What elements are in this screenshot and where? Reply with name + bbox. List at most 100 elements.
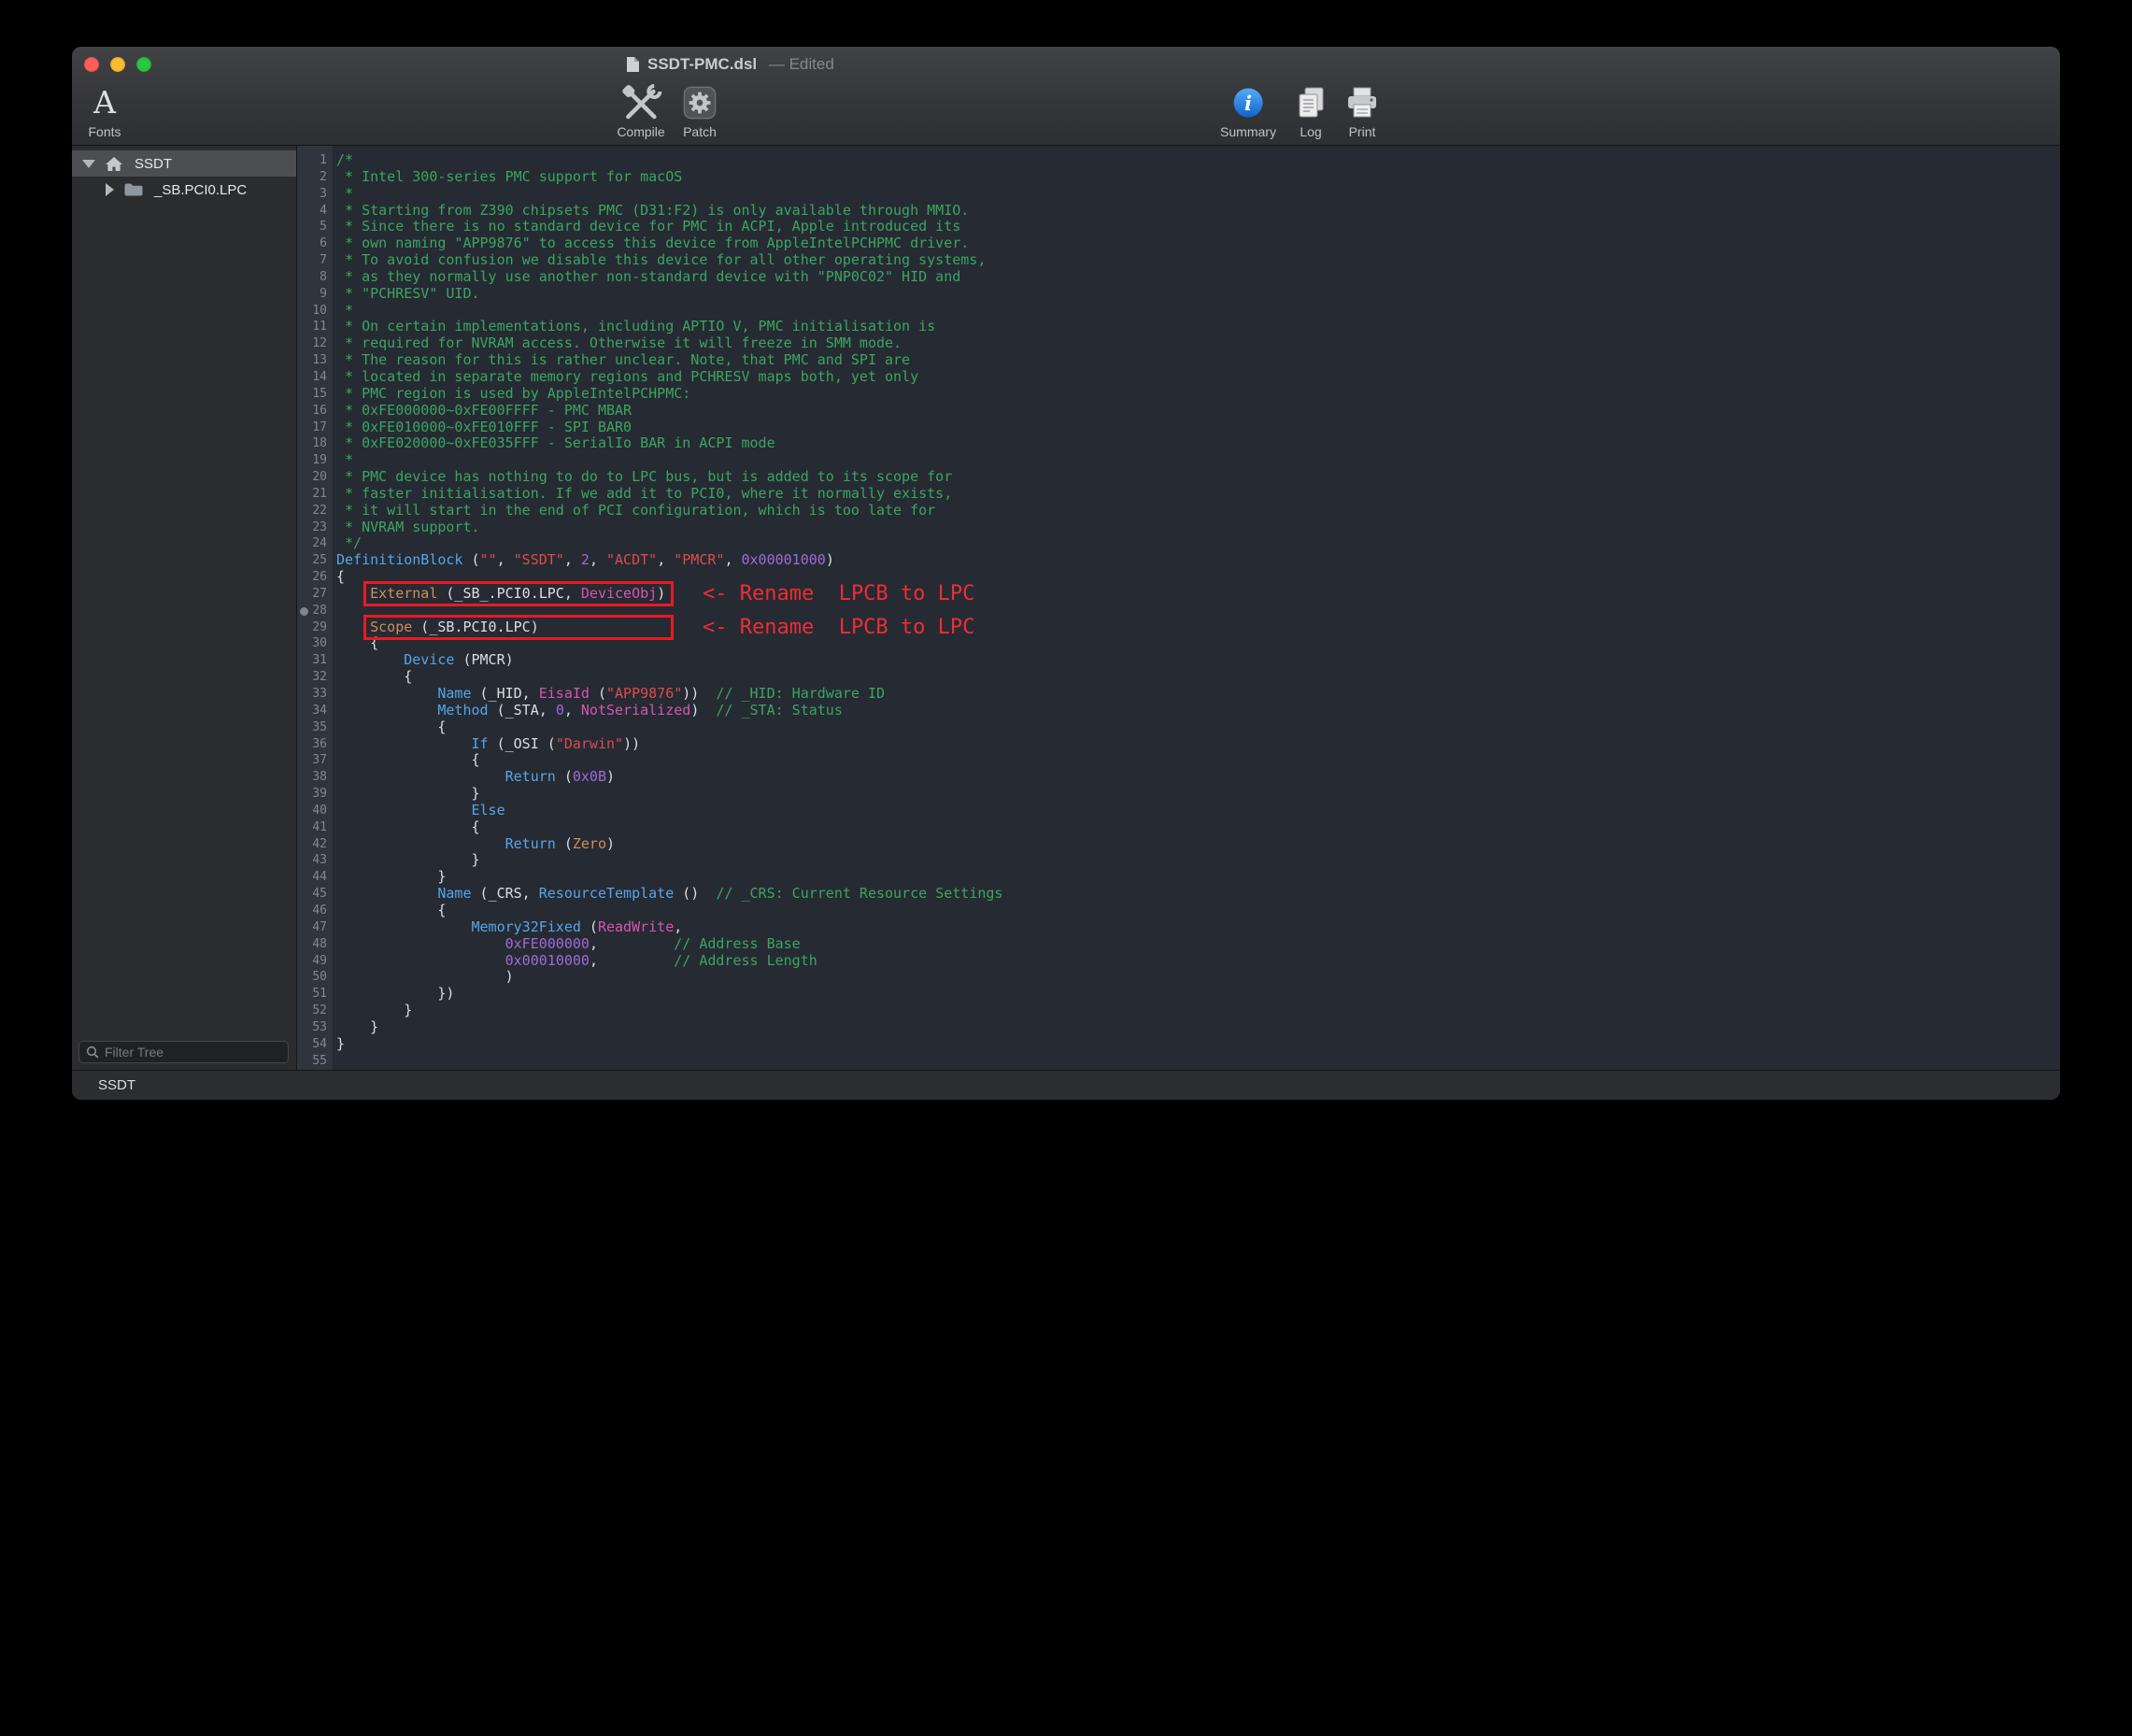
code-line-50[interactable]: ) [336, 969, 2060, 986]
tree-sidebar: SSDT _SB.PCI0.LPC [72, 146, 297, 1070]
line-number: 22 [297, 503, 327, 519]
code-line-18[interactable]: * 0xFE020000~0xFE035FFF - SerialIo BAR i… [336, 435, 2060, 452]
line-number: 13 [297, 352, 327, 369]
sidebar-item-sb-pci0-lpc[interactable]: _SB.PCI0.LPC [72, 177, 296, 203]
code-line-31[interactable]: Device (PMCR) [336, 652, 2060, 669]
line-number: 6 [297, 235, 327, 252]
code-line-34[interactable]: Method (_STA, 0, NotSerialized) // _STA:… [336, 703, 2060, 719]
window-title-filename: SSDT-PMC.dsl [647, 55, 757, 74]
code-line-32[interactable]: { [336, 669, 2060, 686]
code-line-14[interactable]: * located in separate memory regions and… [336, 369, 2060, 386]
summary-info-icon: i [1232, 87, 1264, 119]
disclosure-down-icon[interactable] [82, 160, 95, 168]
home-icon [105, 156, 123, 172]
line-number: 46 [297, 903, 327, 919]
code-line-9[interactable]: * "PCHRESV" UID. [336, 286, 2060, 303]
line-number: 53 [297, 1019, 327, 1036]
code-line-3[interactable]: * [336, 186, 2060, 203]
code-line-55[interactable] [336, 1053, 2060, 1070]
code-line-41[interactable]: { [336, 819, 2060, 836]
line-number: 55 [297, 1053, 327, 1070]
code-line-47[interactable]: Memory32Fixed (ReadWrite, [336, 919, 2060, 936]
line-number: 18 [297, 435, 327, 452]
sidebar-item-ssdt[interactable]: SSDT [72, 150, 296, 177]
toolbar-print-button[interactable]: Print [1344, 82, 1380, 139]
filter-tree-input[interactable] [105, 1045, 281, 1060]
line-number: 20 [297, 469, 327, 486]
line-number: 37 [297, 752, 327, 769]
line-number: 26 [297, 569, 327, 586]
toolbar-fonts-button[interactable]: A Fonts [88, 82, 121, 139]
code-line-1[interactable]: /* [336, 152, 2060, 169]
code-line-23[interactable]: * NVRAM support. [336, 519, 2060, 536]
annotation-box-scope [363, 615, 674, 640]
code-line-15[interactable]: * PMC region is used by AppleIntelPCHPMC… [336, 386, 2060, 403]
code-line-43[interactable]: } [336, 852, 2060, 869]
code-line-53[interactable]: } [336, 1019, 2060, 1036]
code-line-51[interactable]: }) [336, 986, 2060, 1003]
fonts-icon: A [93, 84, 116, 121]
code-line-25[interactable]: DefinitionBlock ("", "SSDT", 2, "ACDT", … [336, 552, 2060, 569]
folder-icon [123, 182, 143, 197]
line-number: 44 [297, 869, 327, 886]
compile-tools-icon [619, 84, 662, 121]
code-line-22[interactable]: * it will start in the end of PCI config… [336, 503, 2060, 519]
code-line-6[interactable]: * own naming "APP9876" to access this de… [336, 235, 2060, 252]
code-line-7[interactable]: * To avoid confusion we disable this dev… [336, 252, 2060, 269]
code-line-33[interactable]: Name (_HID, EisaId ("APP9876")) // _HID:… [336, 686, 2060, 703]
search-icon [86, 1046, 99, 1059]
code-line-45[interactable]: Name (_CRS, ResourceTemplate () // _CRS:… [336, 886, 2060, 903]
code-line-48[interactable]: 0xFE000000, // Address Base [336, 936, 2060, 953]
line-number: 29 [297, 619, 327, 636]
patch-gear-icon [682, 85, 718, 121]
code-line-40[interactable]: Else [336, 803, 2060, 819]
code-line-19[interactable]: * [336, 452, 2060, 469]
code-line-35[interactable]: { [336, 719, 2060, 736]
code-line-2[interactable]: * Intel 300-series PMC support for macOS [336, 169, 2060, 186]
code-line-17[interactable]: * 0xFE010000~0xFE010FFF - SPI BAR0 [336, 420, 2060, 436]
code-editor[interactable]: 1234567891011121314151617181920212223242… [297, 146, 2060, 1070]
code-line-46[interactable]: { [336, 903, 2060, 919]
line-number: 32 [297, 669, 327, 686]
code-line-36[interactable]: If (_OSI ("Darwin")) [336, 736, 2060, 753]
toolbar: A Fonts Compile [72, 82, 2060, 145]
code-line-49[interactable]: 0x00010000, // Address Length [336, 953, 2060, 970]
zoom-window-button[interactable] [136, 57, 151, 72]
code-line-8[interactable]: * as they normally use another non-stand… [336, 269, 2060, 286]
toolbar-summary-button[interactable]: i Summary [1220, 82, 1276, 139]
code-line-37[interactable]: { [336, 752, 2060, 769]
code-line-10[interactable]: * [336, 303, 2060, 320]
code-line-21[interactable]: * faster initialisation. If we add it to… [336, 486, 2060, 503]
code-line-44[interactable]: } [336, 869, 2060, 886]
code-line-39[interactable]: } [336, 786, 2060, 803]
line-number: 54 [297, 1036, 327, 1053]
line-number: 41 [297, 819, 327, 836]
code-line-24[interactable]: */ [336, 535, 2060, 552]
code-line-20[interactable]: * PMC device has nothing to do to LPC bu… [336, 469, 2060, 486]
code-line-54[interactable]: } [336, 1036, 2060, 1053]
code-line-52[interactable]: } [336, 1003, 2060, 1019]
toolbar-compile-button[interactable]: Compile [617, 82, 664, 139]
code-line-5[interactable]: * Since there is no standard device for … [336, 219, 2060, 235]
toolbar-compile-label: Compile [617, 124, 664, 139]
code-line-16[interactable]: * 0xFE000000~0xFE00FFFF - PMC MBAR [336, 403, 2060, 420]
line-number: 45 [297, 886, 327, 903]
code-line-42[interactable]: Return (Zero) [336, 836, 2060, 853]
code-line-4[interactable]: * Starting from Z390 chipsets PMC (D31:F… [336, 203, 2060, 220]
line-number: 38 [297, 769, 327, 786]
code-area[interactable]: /* * Intel 300-series PMC support for ma… [333, 146, 2060, 1070]
code-line-13[interactable]: * The reason for this is rather unclear.… [336, 352, 2060, 369]
window-header: SSDT-PMC.dsl — Edited A Fonts [72, 47, 2060, 146]
line-number: 48 [297, 936, 327, 953]
code-line-11[interactable]: * On certain implementations, including … [336, 319, 2060, 335]
sidebar-item-lpc-label: _SB.PCI0.LPC [154, 182, 247, 198]
line-number: 10 [297, 303, 327, 320]
disclosure-right-icon[interactable] [106, 183, 114, 196]
toolbar-log-button[interactable]: Log [1295, 82, 1327, 139]
toolbar-summary-label: Summary [1220, 124, 1276, 139]
close-window-button[interactable] [84, 57, 99, 72]
toolbar-patch-button[interactable]: Patch [682, 82, 718, 139]
code-line-38[interactable]: Return (0x0B) [336, 769, 2060, 786]
minimize-window-button[interactable] [110, 57, 125, 72]
code-line-12[interactable]: * required for NVRAM access. Otherwise i… [336, 335, 2060, 352]
